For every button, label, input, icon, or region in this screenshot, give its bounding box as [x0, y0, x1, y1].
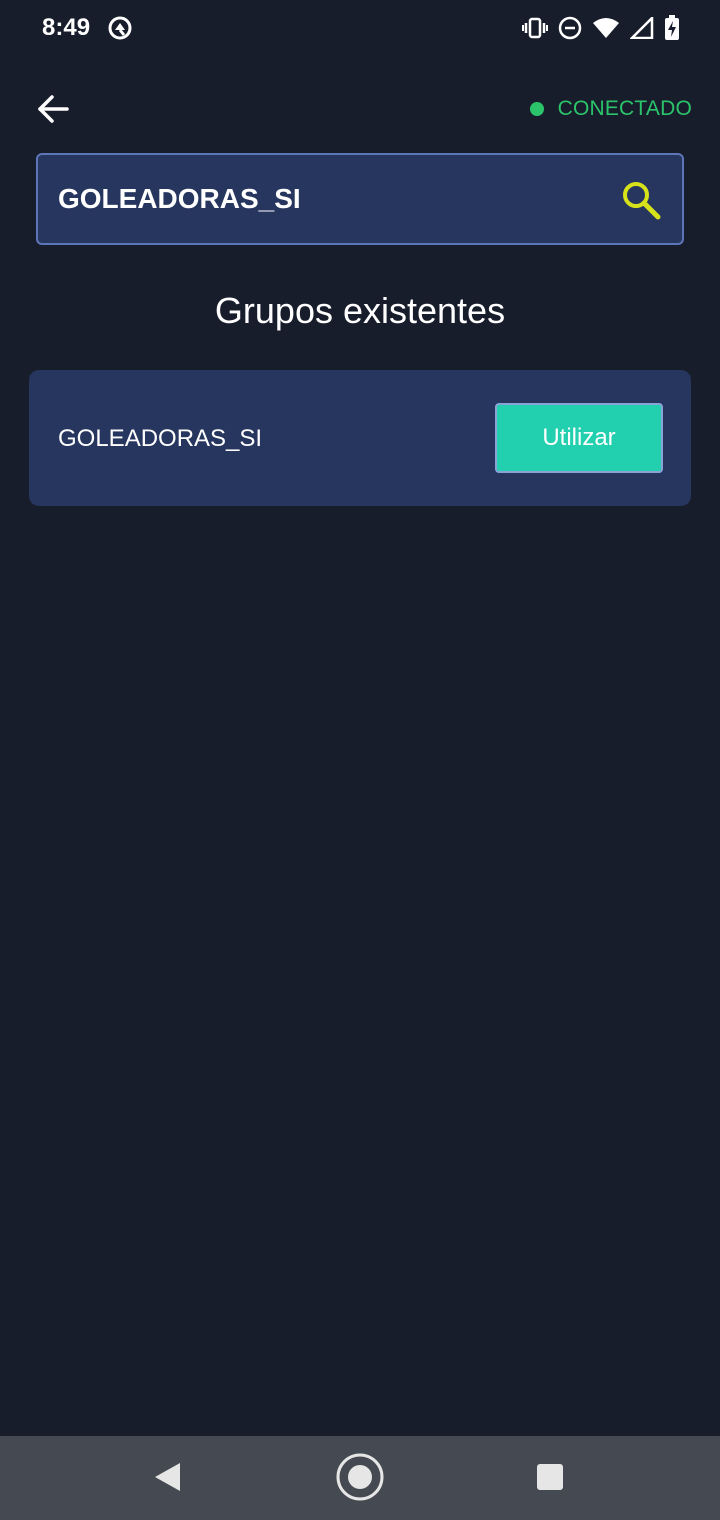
nav-back-icon [152, 1461, 182, 1498]
search-field [36, 153, 684, 245]
use-group-button[interactable]: Utilizar [495, 403, 663, 473]
nav-back-button[interactable] [142, 1454, 192, 1504]
status-icons [522, 14, 680, 42]
vibrate-icon [522, 16, 548, 40]
nav-recents-button[interactable] [525, 1454, 575, 1504]
arrow-left-icon [37, 94, 69, 128]
section-title: Grupos existentes [214, 290, 506, 331]
cell-signal-icon [630, 17, 654, 39]
navigation-bar [0, 1436, 720, 1520]
connection-label: CONECTADO [557, 97, 692, 120]
connection-status: CONECTADO [529, 97, 692, 121]
connection-dot-icon [529, 102, 544, 116]
battery-charging-icon [664, 15, 680, 41]
status-time: 8:49 [42, 14, 91, 41]
nav-home-button[interactable] [335, 1452, 385, 1507]
app-notification-icon [106, 14, 134, 42]
wifi-icon [592, 17, 620, 39]
group-card: GOLEADORAS_SI Utilizar [29, 370, 691, 506]
nav-recents-icon [536, 1463, 564, 1496]
back-button[interactable] [30, 90, 76, 132]
screen: 8:49 CONECTADO GOLEADORAS_SI Grupos exis… [0, 0, 720, 1520]
do-not-disturb-icon [558, 16, 582, 40]
group-name: GOLEADORAS_SI [58, 425, 263, 452]
nav-home-icon [335, 1452, 385, 1507]
search-input[interactable] [58, 155, 598, 243]
search-icon[interactable] [620, 179, 662, 221]
status-bar: 8:49 [0, 0, 720, 56]
